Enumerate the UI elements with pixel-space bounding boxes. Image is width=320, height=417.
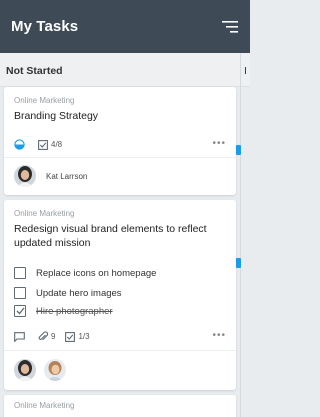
attachment-count-label: 9 <box>51 332 56 341</box>
sort-menu-icon[interactable] <box>220 17 240 37</box>
checklist-icon <box>65 331 76 342</box>
checklist-label: Hire photographer <box>36 305 113 317</box>
checklist-count-label: 4/8 <box>51 140 63 149</box>
checklist-label: Replace icons on homepage <box>36 267 157 279</box>
assignee-name: Kat Larrson <box>46 171 88 181</box>
attachment-count[interactable]: 9 <box>38 331 55 342</box>
comment-icon[interactable] <box>14 331 28 342</box>
column-divider <box>240 53 241 417</box>
more-options-icon[interactable]: ••• <box>212 330 226 341</box>
checklist-item[interactable]: Update hero images <box>14 286 122 300</box>
check-icon <box>16 307 25 315</box>
avatar <box>44 359 66 381</box>
checkbox-checked[interactable] <box>14 305 26 317</box>
task-category: Online Marketing <box>14 401 75 410</box>
task-card[interactable]: Online Marketing <box>4 395 236 417</box>
checklist-count-label: 1/3 <box>78 332 90 341</box>
task-title-line1: Redesign visual brand elements to reflec… <box>14 223 207 235</box>
task-category: Online Marketing <box>14 209 75 218</box>
column-header: Not Started I <box>0 53 250 87</box>
checklist-item[interactable]: Replace icons on homepage <box>14 266 156 280</box>
checklist-icon <box>38 139 48 150</box>
card-divider <box>4 157 236 158</box>
column-title: Not Started <box>6 65 63 77</box>
next-column-title[interactable]: I <box>244 65 247 77</box>
task-card[interactable]: Online Marketing Redesign visual brand e… <box>4 200 236 390</box>
next-column-card-marker <box>236 258 241 268</box>
task-card[interactable]: Online Marketing Branding Strategy 4/8 •… <box>4 87 236 195</box>
checklist-label: Update hero images <box>36 287 122 299</box>
checkbox[interactable] <box>14 287 26 299</box>
task-title-line2: updated mission <box>14 237 91 249</box>
app-header: My Tasks <box>0 0 250 53</box>
task-meta: 4/8 <box>14 139 72 150</box>
assignees[interactable] <box>14 359 66 381</box>
task-title: Branding Strategy <box>14 110 99 122</box>
checkbox[interactable] <box>14 267 26 279</box>
next-column-card-marker <box>236 145 241 155</box>
task-meta: 9 1/3 <box>14 331 100 342</box>
avatar <box>14 359 36 381</box>
page-title: My Tasks <box>11 18 79 35</box>
assignee[interactable]: Kat Larrson <box>14 165 87 187</box>
more-options-icon[interactable]: ••• <box>212 138 226 149</box>
checklist-count: 4/8 <box>38 139 63 150</box>
card-divider <box>4 350 236 351</box>
progress-icon <box>14 139 28 150</box>
checklist-item[interactable]: Hire photographer <box>14 304 113 318</box>
checklist-count: 1/3 <box>65 331 90 342</box>
task-category: Online Marketing <box>14 96 75 105</box>
avatar <box>14 165 36 187</box>
paperclip-icon <box>38 331 48 341</box>
